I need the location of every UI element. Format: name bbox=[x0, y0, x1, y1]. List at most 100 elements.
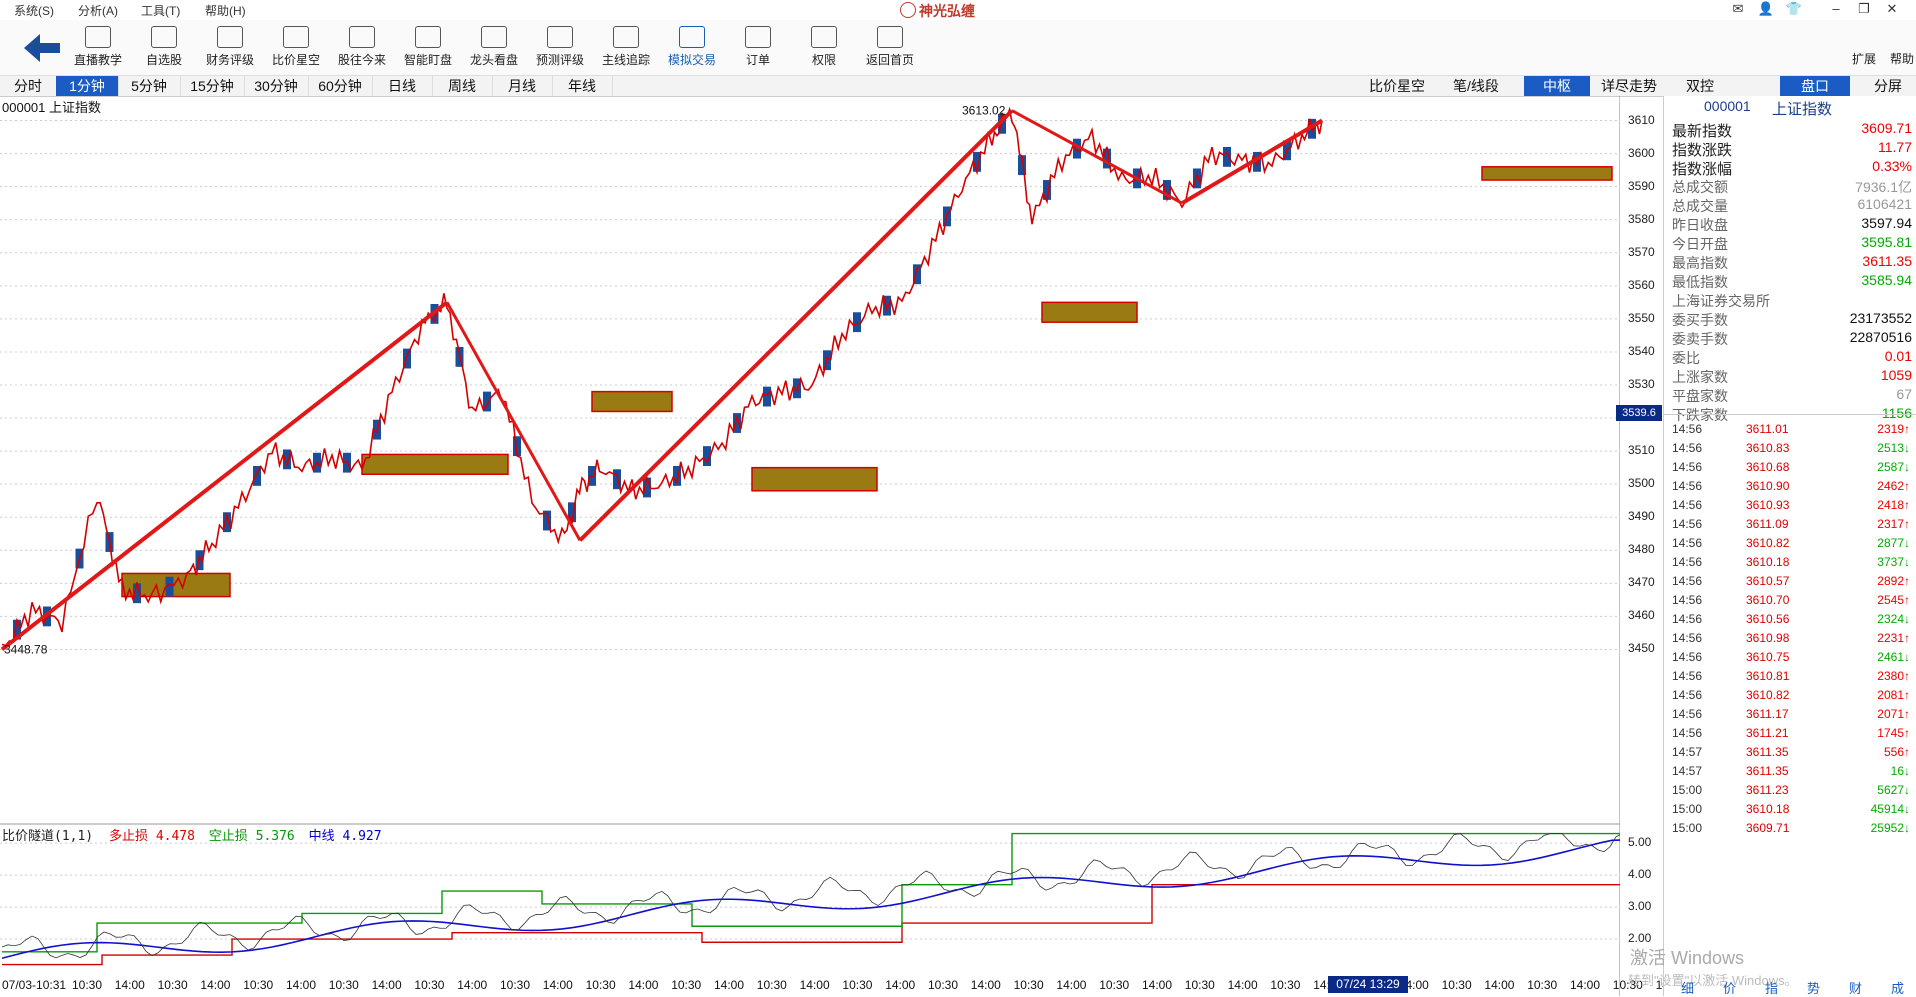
toolbar-icon-2 bbox=[217, 26, 243, 48]
toolbar-icon-3 bbox=[283, 26, 309, 48]
toolbar-button-12[interactable]: 返回首页 bbox=[854, 24, 926, 72]
restore-icon[interactable]: ❐ bbox=[1854, 1, 1874, 17]
panel-tab-5[interactable]: 成 bbox=[1891, 978, 1904, 997]
toolbar-button-2[interactable]: 财务评级 bbox=[194, 24, 266, 72]
period-tab-0[interactable]: 分时 bbox=[0, 76, 57, 96]
price-tick: 3550 bbox=[1628, 310, 1655, 325]
toolbar-icon-11 bbox=[811, 26, 837, 48]
time-tick: 14:00 bbox=[542, 978, 573, 992]
panel-tab-4[interactable]: 财 bbox=[1849, 978, 1862, 997]
tick-volume: 2462↑ bbox=[1877, 479, 1910, 493]
toolbar-button-6[interactable]: 龙头看盘 bbox=[458, 24, 530, 72]
period-tab-5[interactable]: 60分钟 bbox=[308, 76, 373, 96]
tick-time: 14:56 bbox=[1672, 688, 1703, 702]
toolbar-label-3: 比价星空 bbox=[271, 53, 320, 67]
tick-time: 14:57 bbox=[1672, 745, 1703, 759]
logo-icon bbox=[900, 2, 916, 18]
tick-volume-text: 2380 bbox=[1877, 669, 1904, 683]
quote-key: 今日开盘 bbox=[1672, 236, 1728, 252]
right-tab-4[interactable]: 双控 bbox=[1660, 76, 1740, 96]
tick-volume: 5627↓ bbox=[1877, 783, 1910, 797]
menu-analysis[interactable]: 分析(A) bbox=[78, 2, 118, 19]
mail-icon[interactable]: ✉ bbox=[1728, 1, 1748, 17]
minimize-icon[interactable]: – bbox=[1826, 1, 1846, 16]
toolbar-button-10[interactable]: 订单 bbox=[722, 24, 794, 72]
quote-value: 3611.35 bbox=[1862, 253, 1912, 269]
tick-price: 3610.68 bbox=[1746, 460, 1790, 474]
period-tab-8[interactable]: 月线 bbox=[492, 76, 553, 96]
panel-name: 上证指数 bbox=[1772, 101, 1833, 118]
period-tab-4[interactable]: 30分钟 bbox=[244, 76, 309, 96]
quote-value: 1059 bbox=[1880, 367, 1912, 383]
price-tick: 3560 bbox=[1628, 277, 1655, 292]
arrow-up-icon: ↑ bbox=[1904, 745, 1910, 759]
quote-value: 3585.94 bbox=[1861, 272, 1912, 288]
tick-time: 14:56 bbox=[1672, 593, 1703, 607]
tick-time: 14:56 bbox=[1672, 669, 1703, 683]
right-tab-0[interactable]: 比价星空 bbox=[1362, 76, 1432, 96]
toolbar-button-5[interactable]: 智能盯盘 bbox=[392, 24, 464, 72]
toolbar-label-2: 财务评级 bbox=[205, 53, 254, 67]
price-tick: 3590 bbox=[1628, 178, 1655, 193]
right-tab-2[interactable]: 中枢 bbox=[1524, 76, 1590, 96]
tick-volume: 2324↓ bbox=[1877, 612, 1910, 626]
kong-stop-line bbox=[2, 832, 1620, 953]
panel-tab-3[interactable]: 势 bbox=[1807, 978, 1820, 997]
panel-tab-0[interactable]: 细 bbox=[1681, 978, 1694, 997]
close-icon[interactable]: ✕ bbox=[1882, 1, 1902, 17]
period-tab-1[interactable]: 1分钟 bbox=[56, 76, 119, 96]
quote-value: 6106421 bbox=[1857, 196, 1912, 212]
tick-time: 15:00 bbox=[1672, 821, 1703, 835]
shirt-icon[interactable]: 👕 bbox=[1784, 1, 1804, 17]
panel-tab-2[interactable]: 指 bbox=[1765, 978, 1778, 997]
tick-time: 14:56 bbox=[1672, 650, 1703, 664]
tick-volume: 2081↑ bbox=[1877, 688, 1910, 702]
arrow-down-icon: ↓ bbox=[1904, 441, 1910, 455]
right-tab-6[interactable]: 分屏 bbox=[1860, 76, 1916, 96]
time-tick: 14:00 bbox=[286, 978, 317, 992]
arrow-down-icon: ↓ bbox=[1904, 460, 1910, 474]
quote-key: 委买手数 bbox=[1672, 312, 1728, 328]
panel-tab-1[interactable]: 价 bbox=[1723, 978, 1736, 997]
toolbar-button-7[interactable]: 预测评级 bbox=[524, 24, 596, 72]
menu-help[interactable]: 帮助(H) bbox=[205, 2, 246, 19]
menu-tools[interactable]: 工具(T) bbox=[141, 2, 180, 19]
menu-system[interactable]: 系统(S) bbox=[14, 2, 54, 19]
toolbar-button-8[interactable]: 主线追踪 bbox=[590, 24, 662, 72]
toolbar-button-9[interactable]: 模拟交易 bbox=[656, 24, 728, 72]
tick-row: 14:56 3610.81 2380↑ bbox=[1668, 669, 1914, 687]
arrow-up-icon: ↑ bbox=[1904, 688, 1910, 702]
price-tick: 3510 bbox=[1628, 443, 1655, 458]
right-tab-3[interactable]: 详尽走势 bbox=[1598, 76, 1660, 96]
toolbar-button-4[interactable]: 股往今来 bbox=[326, 24, 398, 72]
period-tab-6[interactable]: 日线 bbox=[372, 76, 433, 96]
windows-watermark: 激活 Windows bbox=[1630, 948, 1745, 968]
back-arrow-icon[interactable] bbox=[22, 32, 62, 64]
toolbar-button-0[interactable]: 直播教学 bbox=[62, 24, 134, 72]
toolbar-button-1[interactable]: 自选股 bbox=[128, 24, 200, 72]
period-tab-9[interactable]: 年线 bbox=[552, 76, 613, 96]
arrow-up-icon: ↑ bbox=[1904, 669, 1910, 683]
right-tab-1[interactable]: 笔/线段 bbox=[1432, 76, 1520, 96]
panel-divider bbox=[1664, 414, 1916, 415]
help-button[interactable]: 帮助 bbox=[1890, 50, 1914, 67]
expand-button[interactable]: 扩展 bbox=[1852, 50, 1876, 67]
tick-row: 14:56 3610.82 2877↓ bbox=[1668, 536, 1914, 554]
arrow-up-icon: ↑ bbox=[1904, 498, 1910, 512]
tick-time: 15:00 bbox=[1672, 783, 1703, 797]
period-tab-2[interactable]: 5分钟 bbox=[118, 76, 181, 96]
kline-chart[interactable]: 3613.02 3448.78 bbox=[0, 96, 1620, 996]
tick-time: 14:56 bbox=[1672, 479, 1703, 493]
period-tab-3[interactable]: 15分钟 bbox=[180, 76, 245, 96]
time-tick: 10:30 bbox=[243, 978, 274, 992]
quote-key: 最新指数 bbox=[1672, 123, 1733, 140]
time-tick: 10:30 bbox=[1270, 978, 1301, 992]
tick-row: 14:56 3611.17 2071↑ bbox=[1668, 707, 1914, 725]
tick-price: 3611.23 bbox=[1746, 783, 1789, 797]
time-tick: 14:00 bbox=[1227, 978, 1258, 992]
right-tab-5[interactable]: 盘口 bbox=[1780, 76, 1850, 96]
toolbar-button-11[interactable]: 权限 bbox=[788, 24, 860, 72]
toolbar-button-3[interactable]: 比价星空 bbox=[260, 24, 332, 72]
user-icon[interactable]: 👤 bbox=[1756, 1, 1776, 17]
period-tab-7[interactable]: 周线 bbox=[432, 76, 493, 96]
